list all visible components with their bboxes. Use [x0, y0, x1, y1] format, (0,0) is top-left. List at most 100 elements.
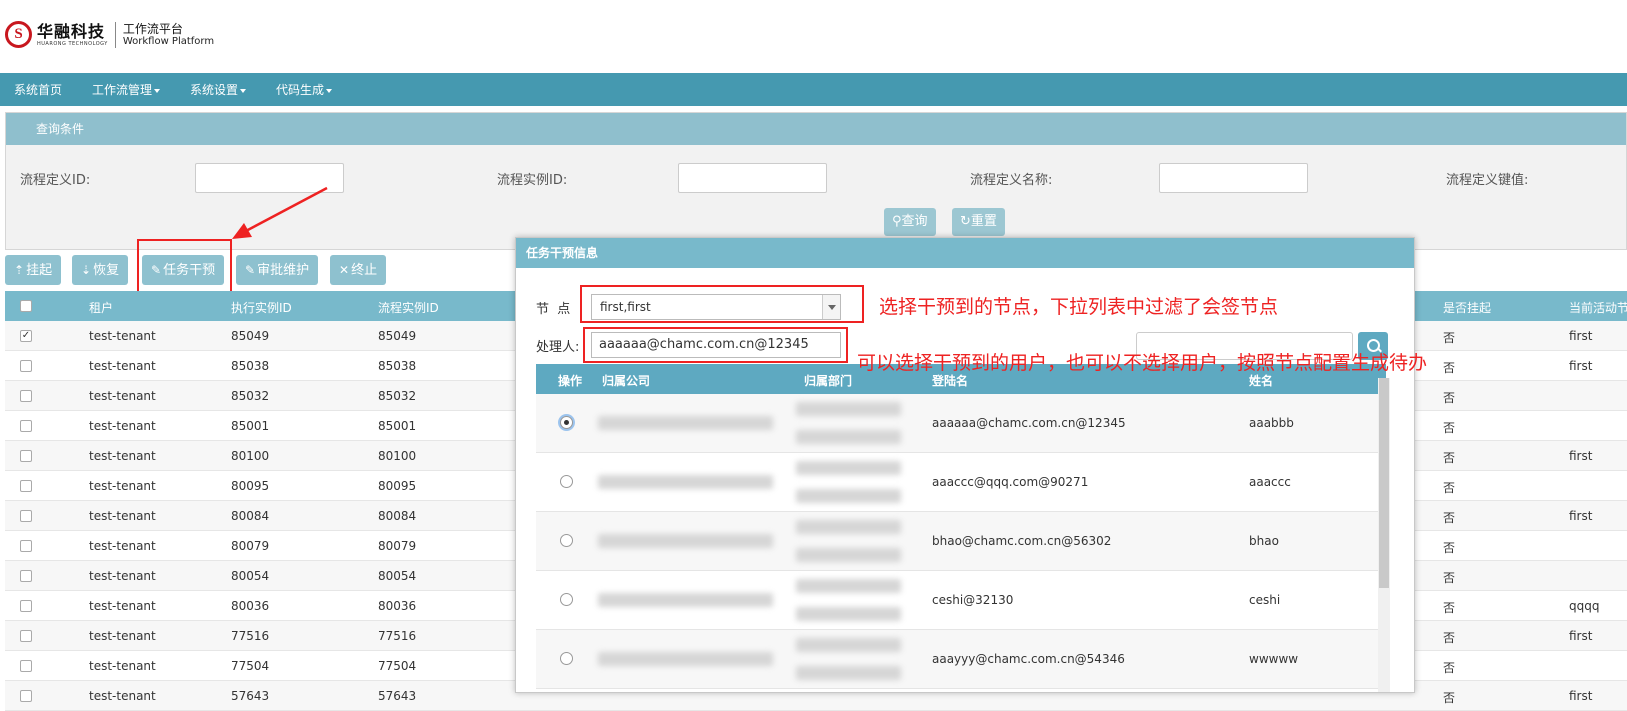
row-checkbox[interactable] [20, 600, 32, 612]
cell-suspended: 否 [1443, 421, 1456, 435]
suspend-button[interactable]: ⇡ 挂起 [5, 255, 62, 285]
download-icon: ⇣ [81, 263, 92, 277]
cell-tenant: test-tenant [89, 569, 156, 583]
blurred-department [796, 402, 901, 416]
user-table: 操作 归属公司 归属部门 登陆名 姓名 aaaaaa@chamc.com.cn@… [536, 364, 1386, 689]
user-radio[interactable] [560, 534, 573, 547]
annotation-arrow [232, 186, 328, 239]
cell-proc-id: 77516 [378, 629, 417, 643]
blurred-department [796, 548, 901, 562]
user-table-scrollbar[interactable] [1378, 378, 1390, 692]
search-button[interactable]: ⚲查询 [884, 208, 936, 236]
row-checkbox[interactable] [20, 390, 32, 402]
cell-activity: first [1569, 359, 1593, 373]
row-checkbox[interactable]: ✓ [20, 330, 32, 342]
user-row[interactable]: aaaaaa@chamc.com.cn@12345 aaabbb [536, 394, 1386, 453]
row-checkbox[interactable] [20, 660, 32, 672]
cell-activity: first [1569, 329, 1593, 343]
col-suspended: 是否挂起 [1443, 301, 1492, 315]
cell-exec-id: 85038 [231, 359, 270, 373]
refresh-icon: ↻ [960, 214, 971, 229]
handler-highlight-box [583, 327, 848, 363]
process-inst-id-label: 流程实例ID: [497, 173, 568, 188]
cell-proc-id: 80095 [378, 479, 417, 493]
row-checkbox[interactable] [20, 510, 32, 522]
cell-activity: first [1569, 509, 1593, 523]
cell-suspended: 否 [1443, 391, 1456, 405]
nav-home[interactable]: 系统首页 [14, 81, 62, 98]
row-checkbox[interactable] [20, 540, 32, 552]
cell-exec-id: 57643 [231, 689, 270, 703]
cell-suspended: 否 [1443, 361, 1456, 375]
terminate-button[interactable]: ✕ 终止 [330, 255, 387, 285]
cell-proc-id: 85001 [378, 419, 417, 433]
row-checkbox[interactable] [20, 360, 32, 372]
cell-exec-id: 85001 [231, 419, 270, 433]
col-proc-id: 流程实例ID [378, 301, 439, 315]
approval-maintain-button[interactable]: ✎ 审批维护 [236, 255, 319, 285]
restore-button[interactable]: ⇣ 恢复 [72, 255, 129, 285]
cell-suspended: 否 [1443, 691, 1456, 705]
cell-name: aaaccc [1249, 475, 1291, 489]
cell-name: bhao [1249, 534, 1279, 548]
cell-tenant: test-tenant [89, 629, 156, 643]
cell-suspended: 否 [1443, 481, 1456, 495]
blurred-department [796, 638, 901, 652]
cell-login: aaaaaa@chamc.com.cn@12345 [932, 416, 1126, 430]
select-all-checkbox[interactable] [20, 300, 32, 312]
user-row[interactable]: ceshi@32130 ceshi [536, 571, 1386, 630]
main-nav: 系统首页 工作流管理 系统设置 代码生成 [0, 73, 1627, 106]
cell-suspended: 否 [1443, 661, 1456, 675]
cell-suspended: 否 [1443, 451, 1456, 465]
user-row[interactable]: bhao@chamc.com.cn@56302 bhao [536, 512, 1386, 571]
cell-activity: first [1569, 629, 1593, 643]
blurred-company [598, 475, 773, 489]
process-inst-id-input[interactable] [678, 163, 827, 193]
row-checkbox[interactable] [20, 570, 32, 582]
blurred-department [796, 579, 901, 593]
cell-tenant: test-tenant [89, 539, 156, 553]
handler-annotation: 可以选择干预到的用户，也可以不选择用户，按照节点配置生成待办 [857, 352, 1428, 374]
cell-suspended: 否 [1443, 541, 1456, 555]
cell-exec-id: 85049 [231, 329, 270, 343]
search-button-label: 查询 [901, 214, 928, 229]
logo-icon: S [5, 21, 32, 48]
user-radio[interactable] [560, 652, 573, 665]
query-panel-title: 查询条件 [6, 113, 1626, 145]
col-company: 归属公司 [602, 374, 651, 388]
col-tenant: 租户 [89, 301, 114, 315]
nav-code-generation[interactable]: 代码生成 [276, 81, 333, 98]
user-radio[interactable] [560, 416, 573, 429]
cell-proc-id: 80084 [378, 509, 417, 523]
blurred-company [598, 416, 773, 430]
user-row[interactable]: aaaccc@qqq.com@90271 aaaccc [536, 453, 1386, 512]
cell-exec-id: 80084 [231, 509, 270, 523]
cell-exec-id: 85032 [231, 389, 270, 403]
user-radio[interactable] [560, 475, 573, 488]
cell-proc-id: 80036 [378, 599, 417, 613]
process-def-id-label: 流程定义ID: [20, 173, 91, 188]
upload-icon: ⇡ [14, 263, 25, 277]
close-icon: ✕ [339, 263, 350, 277]
app-header: S 华融科技 HUARONG TECHNOLOGY 工作流平台 Workflow… [0, 0, 1627, 73]
blurred-company [598, 652, 773, 666]
scrollbar-thumb[interactable] [1379, 378, 1389, 588]
cell-suspended: 否 [1443, 631, 1456, 645]
process-def-name-input[interactable] [1159, 163, 1308, 193]
platform-name-en: Workflow Platform [122, 35, 215, 47]
reset-button[interactable]: ↻重置 [952, 208, 1005, 236]
user-radio[interactable] [560, 593, 573, 606]
nav-workflow-management[interactable]: 工作流管理 [92, 81, 161, 98]
blurred-department [796, 489, 901, 503]
user-row[interactable]: aaayyy@chamc.com.cn@54346 wwwww [536, 630, 1386, 689]
cell-proc-id: 80054 [378, 569, 417, 583]
nav-system-settings[interactable]: 系统设置 [190, 81, 247, 98]
row-checkbox[interactable] [20, 630, 32, 642]
blurred-department [796, 520, 901, 534]
blurred-department [796, 461, 901, 475]
row-checkbox[interactable] [20, 690, 32, 702]
row-checkbox[interactable] [20, 450, 32, 462]
row-checkbox[interactable] [20, 420, 32, 432]
row-checkbox[interactable] [20, 480, 32, 492]
col-action: 操作 [558, 374, 583, 388]
